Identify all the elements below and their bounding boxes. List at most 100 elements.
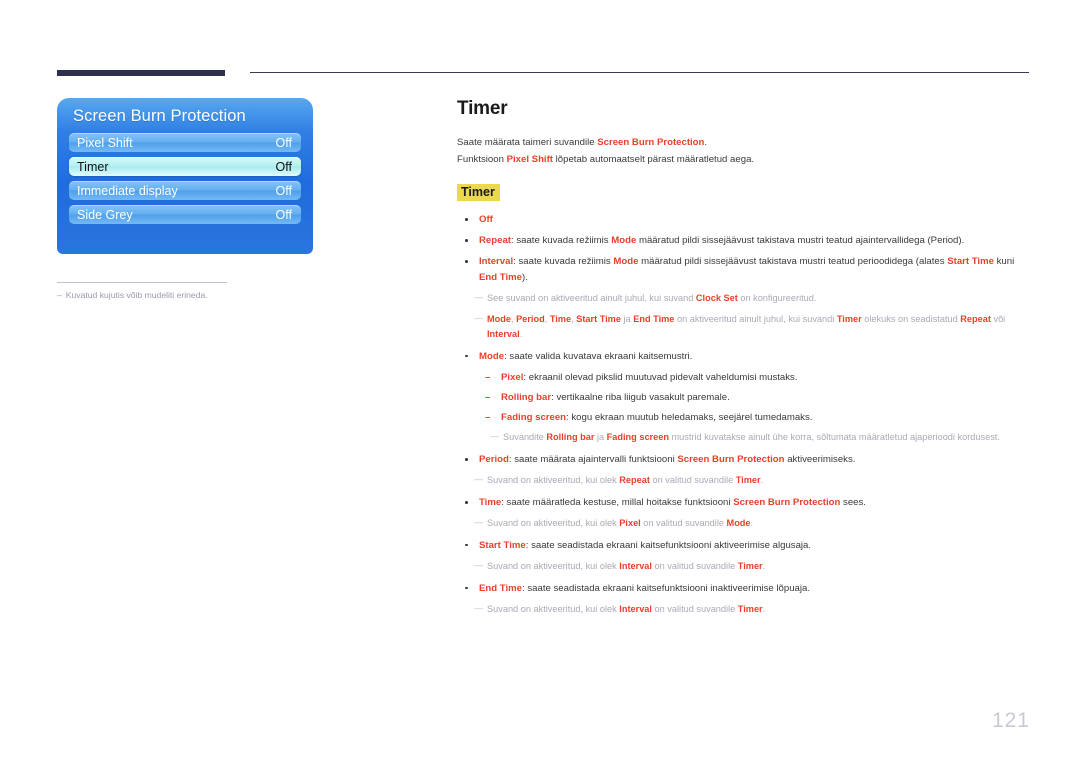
note-start-seg3: . bbox=[762, 561, 766, 572]
caption-dash: – bbox=[57, 290, 62, 300]
header-accent-bar bbox=[57, 70, 225, 76]
note-pat-seg3: mustrid kuvatakse ainult ühe korra, sõlt… bbox=[668, 432, 1000, 443]
term-off: Off bbox=[479, 214, 493, 226]
time-seg2: sees. bbox=[840, 497, 866, 509]
term-end-time-ref: End Time bbox=[479, 271, 523, 283]
osd-row-timer[interactable]: Timer Off bbox=[69, 157, 301, 176]
osd-row-value: Off bbox=[275, 159, 292, 174]
term-interval-ref: Interval bbox=[619, 561, 652, 572]
interval-seg4: ). bbox=[522, 271, 528, 283]
page-number: 121 bbox=[991, 709, 1030, 732]
term-start-time: Start Time bbox=[479, 539, 526, 551]
document-page: Screen Burn Protection Pixel Shift Off T… bbox=[0, 0, 1080, 763]
repeat-seg1: : saate kuvada režiimis bbox=[511, 235, 612, 247]
note-time-seg2: on valitud suvandile bbox=[640, 518, 727, 529]
s4: ja bbox=[620, 314, 634, 325]
caption-divider bbox=[57, 282, 227, 283]
term-rolling-bar: Rolling bar bbox=[501, 392, 552, 404]
options-list: Off Repeat: saate kuvada režiimis Mode m… bbox=[457, 212, 1032, 617]
term-period: Period bbox=[516, 314, 545, 325]
note-clock-seg1: See suvand on aktiveeritud ainult juhul,… bbox=[487, 292, 696, 303]
note-period-seg3: . bbox=[760, 475, 764, 486]
term-time: Time bbox=[479, 497, 502, 509]
osd-row-pixel-shift[interactable]: Pixel Shift Off bbox=[69, 133, 301, 152]
header-rule bbox=[250, 72, 1029, 73]
osd-row-immediate-display[interactable]: Immediate display Off bbox=[69, 181, 301, 200]
note-time-seg1: Suvand on aktiveeritud, kui olek bbox=[487, 518, 620, 529]
section-heading-timer: Timer bbox=[457, 184, 500, 202]
list-item-interval: Interval: saate kuvada režiimis Mode mää… bbox=[457, 254, 1032, 284]
list-item-repeat: Repeat: saate kuvada režiimis Mode määra… bbox=[457, 233, 1032, 248]
note-end-time: Suvand on aktiveeritud, kui olek Interva… bbox=[457, 601, 1032, 617]
term-sbp-ref: Screen Burn Protection bbox=[677, 454, 785, 466]
term-repeat: Repeat bbox=[479, 235, 511, 247]
page-title: Timer bbox=[457, 98, 508, 119]
term-sbp-ref: Screen Burn Protection bbox=[733, 497, 841, 509]
rolling-seg1: : vertikaalne riba liigub vasakult parem… bbox=[551, 392, 730, 404]
term-mode-ref: Mode bbox=[613, 256, 639, 268]
list-item-end-time: End Time: saate seadistada ekraani kaits… bbox=[457, 581, 1032, 596]
content-column: Timer Saate määrata taimeri suvandile Sc… bbox=[457, 98, 1032, 624]
note-start-time: Suvand on aktiveeritud, kui olek Interva… bbox=[457, 558, 1032, 574]
note-time-seg3: . bbox=[750, 518, 754, 529]
term-mode-ref: Mode bbox=[611, 235, 637, 247]
term-fading-screen-ref: Fading screen bbox=[606, 432, 669, 443]
s6: olekuks on seadistatud bbox=[861, 314, 961, 325]
repeat-seg2: määratud pildi sissejäävust takistava mu… bbox=[636, 235, 965, 247]
term-pixel-ref: Pixel bbox=[619, 518, 641, 529]
term-time: Time bbox=[549, 314, 572, 325]
osd-row-side-grey[interactable]: Side Grey Off bbox=[69, 205, 301, 224]
intro-2-pre: Funktsioon bbox=[457, 153, 507, 165]
list-item-time: Time: saate määratleda kestuse, millal h… bbox=[457, 495, 1032, 510]
term-interval-ref: Interval bbox=[619, 603, 652, 614]
note-patterns: Suvandite Rolling bar ja Fading screen m… bbox=[457, 429, 1032, 445]
osd-row-value: Off bbox=[275, 135, 292, 150]
note-end-seg1: Suvand on aktiveeritud, kui olek bbox=[487, 603, 620, 614]
start-seg1: : saate seadistada ekraani kaitsefunktsi… bbox=[525, 539, 812, 551]
term-start-time-ref: Start Time bbox=[947, 256, 994, 268]
note-start-seg2: on valitud suvandile bbox=[651, 561, 738, 572]
term-rolling-bar-ref: Rolling bar bbox=[546, 432, 595, 443]
term-mode: Mode bbox=[479, 350, 505, 362]
osd-row-label: Timer bbox=[77, 159, 109, 174]
note-period-seg2: on valitud suvandile bbox=[649, 475, 736, 486]
term-timer-ref: Timer bbox=[737, 603, 763, 614]
note-pat-seg1: Suvandite bbox=[503, 432, 547, 443]
interval-seg1: : saate kuvada režiimis bbox=[513, 256, 614, 268]
term-mode: Mode bbox=[487, 314, 511, 325]
term-timer: Timer bbox=[836, 314, 862, 325]
note-pat-seg2: ja bbox=[594, 432, 607, 443]
list-item-start-time: Start Time: saate seadistada ekraani kai… bbox=[457, 538, 1032, 553]
list-item-period: Period: saate määrata ajaintervalli funk… bbox=[457, 452, 1032, 467]
osd-row-label: Pixel Shift bbox=[77, 135, 133, 150]
period-seg1: : saate määrata ajaintervalli funktsioon… bbox=[508, 454, 678, 466]
term-repeat-ref: Repeat bbox=[960, 314, 991, 325]
osd-row-value: Off bbox=[275, 183, 292, 198]
term-timer-ref: Timer bbox=[735, 475, 761, 486]
osd-row-label: Immediate display bbox=[77, 183, 178, 198]
list-item-rolling-bar: Rolling bar: vertikaalne riba liigub vas… bbox=[457, 390, 1032, 405]
note-end-seg2: on valitud suvandile bbox=[651, 603, 738, 614]
period-seg2: aktiveerimiseks. bbox=[784, 454, 856, 466]
term-period: Period bbox=[479, 454, 509, 466]
note-modes-activation: Mode, Period, Time, Start Time ja End Ti… bbox=[457, 311, 1032, 341]
list-item-fading-screen: Fading screen: kogu ekraan muutub heleda… bbox=[457, 410, 1032, 425]
osd-menu-panel: Screen Burn Protection Pixel Shift Off T… bbox=[57, 98, 313, 254]
term-end-time: End Time bbox=[633, 314, 675, 325]
note-clock-seg2: on konfigureeritud. bbox=[737, 292, 817, 303]
intro-1-em: Screen Burn Protection bbox=[597, 137, 705, 148]
term-timer-ref: Timer bbox=[737, 561, 763, 572]
list-item-pixel: Pixel: ekraanil olevad pikslid muutuvad … bbox=[457, 369, 1032, 385]
term-fading-screen: Fading screen bbox=[501, 412, 567, 424]
intro-1-post: . bbox=[704, 137, 708, 148]
end-seg1: : saate seadistada ekraani kaitsefunktsi… bbox=[522, 582, 810, 594]
osd-panel-title: Screen Burn Protection bbox=[73, 107, 246, 125]
term-interval-ref: Interval bbox=[487, 329, 520, 340]
caption-note: – Kuvatud kujutis võib mudeliti erineda. bbox=[57, 290, 337, 300]
pixel-seg1: : ekraanil olevad pikslid muutuvad pidev… bbox=[523, 372, 798, 383]
term-pixel: Pixel bbox=[501, 372, 524, 383]
s8: . bbox=[519, 329, 523, 340]
interval-seg2: määratud pildi sissejäävust takistava mu… bbox=[638, 256, 948, 268]
intro-line-1: Saate määrata taimeri suvandile Screen B… bbox=[457, 135, 1032, 151]
note-period: Suvand on aktiveeritud, kui olek Repeat … bbox=[457, 472, 1032, 488]
